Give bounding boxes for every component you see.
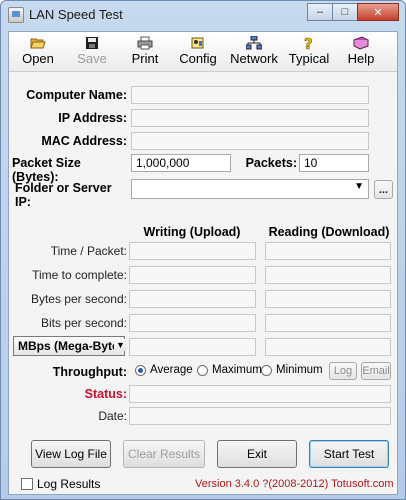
question-mark-icon: ? bbox=[304, 36, 313, 50]
maximize-icon: □ bbox=[341, 6, 349, 18]
help-button[interactable]: Help bbox=[341, 34, 381, 70]
typical-label: Typical bbox=[288, 51, 330, 66]
ip-address-field bbox=[131, 109, 369, 127]
minimum-radio[interactable]: Minimum bbox=[261, 364, 323, 376]
browse-button[interactable]: ... bbox=[374, 180, 393, 199]
network-label: Network bbox=[230, 51, 278, 66]
maximum-radio[interactable]: Maximum bbox=[197, 364, 262, 376]
download-bytes-per-second-field bbox=[265, 290, 391, 308]
upload-units-field bbox=[129, 338, 256, 356]
mac-address-field bbox=[131, 132, 369, 150]
throughput-label: Throughput: bbox=[52, 365, 127, 379]
open-button[interactable]: Open bbox=[15, 34, 61, 70]
config-button[interactable]: Config bbox=[175, 34, 221, 70]
toolbar: Open Save Print Config Network ? Typical bbox=[9, 32, 397, 72]
window-title: LAN Speed Test bbox=[29, 7, 123, 22]
ip-address-label: IP Address: bbox=[58, 111, 127, 125]
close-button[interactable]: ✕ bbox=[357, 3, 399, 21]
date-label: Date: bbox=[98, 409, 127, 423]
reading-column-header: Reading (Download) bbox=[268, 225, 390, 239]
view-log-file-button[interactable]: View Log File bbox=[31, 440, 111, 468]
time-per-packet-label: Time / Packet: bbox=[50, 244, 127, 258]
log-button[interactable]: Log bbox=[329, 362, 357, 380]
main-panel: Open Save Print Config Network ? Typical bbox=[8, 31, 398, 495]
version-link[interactable]: Version 3.4.0 ?(2008-2012) Totusoft.com bbox=[195, 478, 394, 490]
time-to-complete-label: Time to complete: bbox=[32, 268, 127, 282]
help-book-icon bbox=[353, 36, 369, 50]
typical-button[interactable]: ? Typical bbox=[285, 34, 333, 70]
computer-name-field bbox=[131, 86, 369, 104]
packets-input[interactable]: 10 bbox=[299, 154, 369, 172]
bits-per-second-label: Bits per second: bbox=[40, 316, 127, 330]
maximize-button[interactable]: □ bbox=[332, 3, 358, 21]
printer-icon bbox=[137, 36, 153, 50]
dropdown-arrow-icon: ▼ bbox=[354, 181, 364, 192]
log-results-checkbox[interactable]: Log Results bbox=[21, 477, 100, 491]
help-label: Help bbox=[347, 51, 375, 66]
radio-checked-icon bbox=[135, 364, 146, 376]
upload-bits-per-second-field bbox=[129, 314, 256, 332]
radio-unchecked-icon bbox=[261, 364, 272, 376]
minimize-button[interactable]: – bbox=[307, 3, 333, 21]
status-label: Status: bbox=[84, 387, 127, 401]
print-button[interactable]: Print bbox=[123, 34, 167, 70]
download-time-per-packet-field bbox=[265, 242, 391, 260]
maximum-label: Maximum bbox=[212, 364, 262, 376]
download-bits-per-second-field bbox=[265, 314, 391, 332]
minimize-icon: – bbox=[316, 6, 324, 18]
average-radio[interactable]: Average bbox=[135, 364, 193, 376]
save-label: Save bbox=[77, 51, 107, 66]
print-label: Print bbox=[131, 51, 159, 66]
upload-bytes-per-second-field bbox=[129, 290, 256, 308]
date-field bbox=[129, 407, 391, 425]
clear-results-button[interactable]: Clear Results bbox=[123, 440, 205, 468]
title-bar[interactable]: LAN Speed Test – □ ✕ bbox=[1, 1, 405, 29]
units-select-value: MBps (Mega-Bytes) bbox=[18, 339, 125, 353]
exit-button[interactable]: Exit bbox=[217, 440, 297, 468]
folder-server-combobox[interactable]: ▼ bbox=[131, 179, 369, 199]
network-button[interactable]: Network bbox=[227, 34, 281, 70]
units-select[interactable]: MBps (Mega-Bytes) bbox=[13, 336, 125, 356]
packet-size-label: Packet Size (Bytes): bbox=[12, 156, 81, 184]
download-units-field bbox=[265, 338, 391, 356]
network-icon bbox=[246, 36, 262, 50]
status-field bbox=[129, 385, 391, 403]
units-dropdown-arrow-icon: ▼ bbox=[114, 339, 127, 351]
open-label: Open bbox=[22, 51, 54, 66]
config-icon bbox=[191, 37, 204, 49]
folder-server-label: Folder or Server IP: bbox=[15, 181, 112, 209]
packets-label: Packets: bbox=[245, 156, 297, 170]
save-disk-icon bbox=[86, 37, 98, 49]
minimum-label: Minimum bbox=[276, 364, 323, 376]
upload-time-per-packet-field bbox=[129, 242, 256, 260]
bytes-per-second-label: Bytes per second: bbox=[30, 292, 127, 306]
radio-unchecked-icon bbox=[197, 364, 208, 376]
app-icon bbox=[8, 7, 24, 23]
start-test-button[interactable]: Start Test bbox=[309, 440, 389, 468]
log-results-label: Log Results bbox=[37, 477, 101, 491]
close-icon: ✕ bbox=[373, 6, 383, 19]
svg-text:?: ? bbox=[304, 36, 313, 50]
download-time-to-complete-field bbox=[265, 266, 391, 284]
save-button[interactable]: Save bbox=[71, 34, 113, 70]
packet-size-input[interactable]: 1,000,000 bbox=[131, 154, 231, 172]
app-window: LAN Speed Test – □ ✕ Open Save Print Con… bbox=[0, 0, 406, 500]
config-label: Config bbox=[179, 51, 217, 66]
average-label: Average bbox=[150, 364, 193, 376]
computer-name-label: Computer Name: bbox=[26, 88, 127, 102]
mac-address-label: MAC Address: bbox=[41, 134, 127, 148]
email-button[interactable]: Email bbox=[361, 362, 391, 380]
writing-column-header: Writing (Upload) bbox=[143, 225, 241, 239]
open-folder-icon bbox=[30, 38, 46, 49]
checkbox-unchecked-icon bbox=[21, 478, 33, 490]
window-controls: – □ ✕ bbox=[307, 3, 399, 21]
upload-time-to-complete-field bbox=[129, 266, 256, 284]
